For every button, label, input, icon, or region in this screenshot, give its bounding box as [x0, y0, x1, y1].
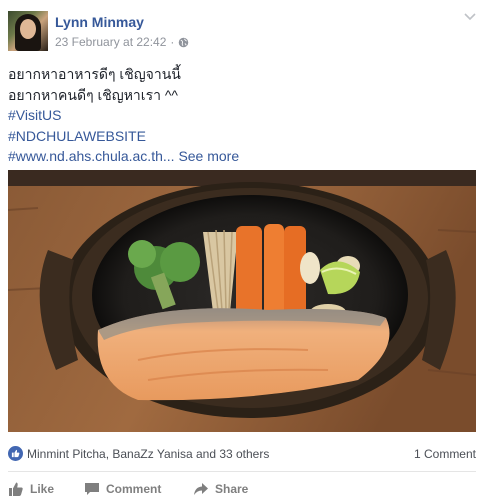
thumbs-up-icon [8, 446, 23, 461]
url-link[interactable]: #www.nd.ahs.chula.ac.th... [8, 148, 175, 164]
post-header: Lynn Minmay 23 February at 22:42 · [8, 11, 476, 53]
like-icon [9, 482, 23, 496]
comment-label: Comment [106, 482, 162, 496]
post-text-line: อยากหาอาหารดีๆ เชิญจานนี้ [8, 66, 181, 82]
chevron-down-icon[interactable] [464, 13, 476, 21]
post-photo[interactable] [8, 170, 476, 432]
avatar[interactable] [8, 11, 48, 51]
link-line: #www.nd.ahs.chula.ac.th... See more [8, 146, 478, 167]
post-timestamp[interactable]: 23 February at 22:42 [55, 35, 166, 49]
author-name[interactable]: Lynn Minmay [55, 14, 144, 30]
comment-icon [85, 483, 99, 495]
hashtag-link[interactable]: #NDCHULAWEBSITE [8, 126, 478, 147]
post-body: อยากหาอาหารดีๆ เชิญจานนี้ อยากหาคนดีๆ เช… [8, 64, 478, 167]
reactions-bar: Minmint Pitcha, BanaZz Yanisa and 33 oth… [8, 444, 476, 464]
see-more-link[interactable]: See more [178, 148, 239, 164]
share-icon [194, 483, 208, 495]
share-button[interactable]: Share [193, 478, 248, 500]
reaction-names[interactable]: Minmint Pitcha, BanaZz Yanisa and 33 oth… [27, 447, 269, 461]
globe-icon [179, 37, 189, 47]
share-label: Share [215, 482, 249, 496]
avatar-face [20, 19, 36, 39]
hashtag-link[interactable]: #VisitUS [8, 105, 478, 126]
like-label: Like [30, 482, 55, 496]
post-meta: 23 February at 22:42 · [55, 35, 189, 49]
comment-count[interactable]: 1 Comment [414, 447, 476, 461]
post-text-line: อยากหาคนดีๆ เชิญหาเรา ^^ [8, 86, 178, 103]
comment-button[interactable]: Comment [84, 478, 161, 500]
divider [8, 471, 476, 472]
action-bar: Like Comment Share [8, 478, 476, 500]
like-button[interactable]: Like [8, 478, 54, 500]
meta-separator: · [170, 35, 175, 49]
